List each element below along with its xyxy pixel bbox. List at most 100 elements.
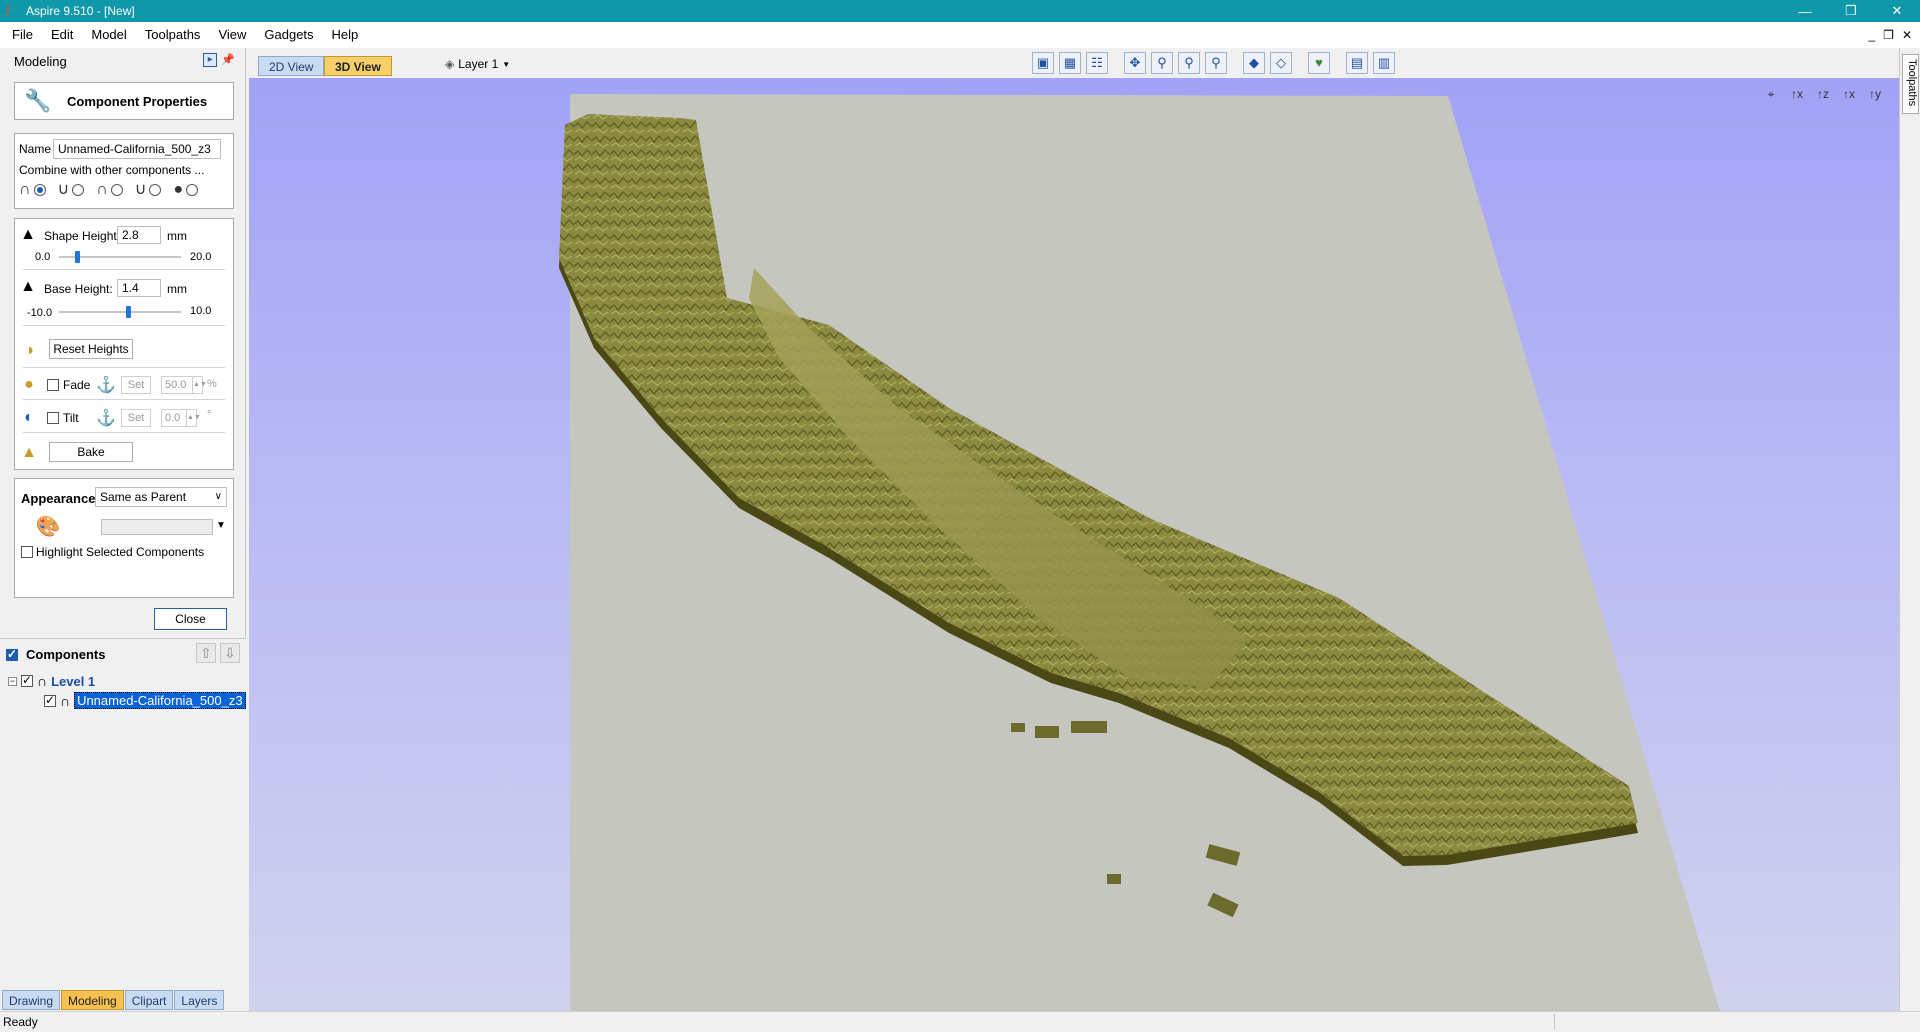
menu-toolpaths[interactable]: Toolpaths [136,22,210,48]
view-x-alt-icon[interactable]: ↑x [1839,84,1859,104]
tab-drawing[interactable]: Drawing [2,990,61,1010]
menu-file[interactable]: File [0,22,42,48]
fade-anchor-icon[interactable]: ⚓ [95,375,117,395]
auto-hide-icon[interactable]: ▸ [203,53,218,67]
menu-view[interactable]: View [209,22,255,48]
iso-view-icon[interactable]: ▣ [1032,52,1054,74]
add-shape-icon: ∩ [19,181,31,198]
components-checkbox[interactable] [6,647,18,661]
multiply-radio[interactable] [186,184,199,196]
color-swatch[interactable] [101,519,213,535]
name-input[interactable] [53,139,221,159]
component-checkbox[interactable] [44,693,56,707]
minimize-button[interactable]: — [1782,0,1828,22]
plan-view-icon[interactable]: ▦ [1059,52,1081,74]
merge-low-icon: ∪ [134,181,147,198]
shape-height-min: 0.0 [35,251,51,263]
menu-model[interactable]: Model [82,22,135,48]
reset-heights-button[interactable]: Reset Heights [49,339,133,359]
appearance-select[interactable]: Same as Parent ∨ [95,487,227,507]
base-height-slider[interactable] [59,306,181,318]
merge-low-radio[interactable] [149,184,162,196]
view-tab-bar: 2D View 3D View ◈ Layer 1 ▼ ▣ ▦ ☷ ✥ ⚲ ⚲ … [247,48,1920,78]
tilt-checkbox[interactable] [47,412,59,424]
tab-2d-view[interactable]: 2D View [258,56,325,76]
mdi-restore-button[interactable]: ❐ [1883,22,1894,48]
combine-subtract[interactable]: ∪ [58,182,85,198]
view-z-icon[interactable]: ↑z [1813,84,1833,104]
wireframe-icon[interactable]: ◇ [1270,52,1292,74]
menu-edit[interactable]: Edit [42,22,82,48]
layer-select[interactable]: ◈ Layer 1 ▼ [445,54,510,74]
add-radio[interactable] [33,184,46,196]
palette-icon[interactable]: 🎨 [33,513,63,539]
close-window-button[interactable]: ✕ [1874,0,1920,22]
panel-title: Modeling [14,53,67,69]
combine-high[interactable]: ∩ [96,182,123,198]
split-horizontal-icon[interactable]: ▤ [1346,52,1368,74]
subtract-radio[interactable] [72,184,85,196]
base-height-input[interactable] [117,279,161,297]
fit-view-icon[interactable]: ⌖ [1761,84,1781,104]
level-checkbox[interactable] [21,673,33,687]
combine-add[interactable]: ∩ [19,182,46,198]
shape-height-unit: mm [167,229,187,243]
menu-gadgets[interactable]: Gadgets [255,22,322,48]
component-label[interactable]: Unnamed-California_500_z3 [74,692,246,709]
fade-value: 50.0 [165,379,187,391]
merge-high-icon: ∩ [96,181,108,198]
toolpaths-tab[interactable]: Toolpaths [1902,54,1919,114]
highlight-label: Highlight Selected Components [36,545,205,559]
tree-level-row[interactable]: − ∩ Level 1 [8,673,95,689]
base-height-max: 10.0 [190,305,212,317]
base-height-slider-thumb[interactable] [126,306,131,318]
maximize-button[interactable]: ❐ [1828,0,1874,22]
view-orientation-tools: ⌖ ↑x ↑z ↑x ↑y [1761,84,1885,104]
base-height-min: -10.0 [27,307,53,319]
status-bar: Ready [0,1011,1920,1032]
level-label: Level 1 [51,673,96,689]
combine-low[interactable]: ∪ [135,182,162,198]
menu-help[interactable]: Help [323,22,368,48]
mdi-close-button[interactable]: ✕ [1902,22,1912,48]
close-button[interactable]: Close [154,608,227,630]
move-down-icon[interactable]: ⇩ [220,643,240,663]
view-x-icon[interactable]: ↑x [1787,84,1807,104]
render-icon[interactable]: ♥ [1308,52,1330,74]
tilt-set-button[interactable]: Set [121,409,151,427]
view-y-icon[interactable]: ↑y [1865,84,1885,104]
tab-layers[interactable]: Layers [174,990,225,1010]
appearance-group: Appearance Same as Parent ∨ 🎨 ▼ Highligh… [14,478,234,598]
pin-icon[interactable]: 📌 [221,53,235,67]
tab-clipart[interactable]: Clipart [124,990,174,1010]
tilt-anchor-icon[interactable]: ⚓ [95,408,117,428]
shape-height-slider-thumb[interactable] [75,251,80,263]
material-shade-icon[interactable]: ◆ [1243,52,1265,74]
fade-checkbox[interactable] [47,379,59,391]
grid-icon[interactable]: ☷ [1086,52,1108,74]
zoom-extents-icon[interactable]: ⚲ [1178,52,1200,74]
highlight-checkbox[interactable] [21,546,33,558]
bake-button[interactable]: Bake [49,442,133,462]
pan-icon[interactable]: ✥ [1124,52,1146,74]
move-up-icon[interactable]: ⇧ [196,643,216,663]
tree-component-row[interactable]: ∩ Unnamed-California_500_z3 [44,692,246,709]
mdi-minimize-button[interactable]: _ [1868,22,1875,48]
wrench-icon: 🔧 [24,88,52,113]
fade-value-spinner[interactable]: 50.0 ▲▼ [161,376,207,394]
split-vertical-icon[interactable]: ▥ [1373,52,1395,74]
tilt-value-spinner[interactable]: 0.0 ▲▼ [161,409,201,427]
merge-high-radio[interactable] [110,184,123,196]
3d-viewport[interactable]: ⌖ ↑x ↑z ↑x ↑y [249,78,1899,1011]
shape-height-slider[interactable] [59,251,181,263]
color-dropdown-arrow-icon[interactable]: ▼ [216,520,226,531]
zoom-selected-icon[interactable]: ⚲ [1205,52,1227,74]
tab-modeling[interactable]: Modeling [61,990,124,1010]
fade-set-button[interactable]: Set [121,376,151,394]
window-title: Aspire 9.510 - [New] [26,4,135,18]
zoom-box-icon[interactable]: ⚲ [1151,52,1173,74]
tab-3d-view[interactable]: 3D View [324,56,392,76]
shape-height-input[interactable] [117,226,161,244]
collapse-icon[interactable]: − [8,676,17,686]
combine-multiply[interactable]: ● [173,182,199,198]
